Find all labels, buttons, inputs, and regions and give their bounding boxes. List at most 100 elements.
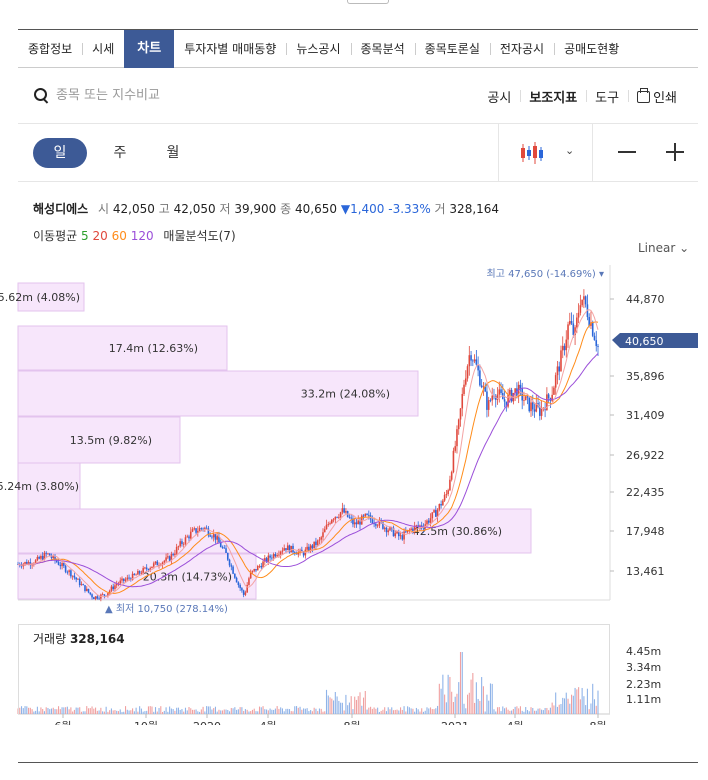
print-button[interactable]: 인쇄 [628, 87, 686, 106]
tab-3[interactable]: 투자자별 매매동향 [174, 30, 286, 68]
period-day-button[interactable]: 일 [33, 138, 87, 168]
candle-body [152, 563, 155, 567]
candle-body [66, 571, 69, 573]
period-month-button[interactable]: 월 [158, 138, 188, 168]
candle-body [584, 296, 587, 305]
candle-body [274, 554, 277, 557]
candle-body [133, 573, 136, 575]
candle-body [279, 551, 282, 555]
candle-body [597, 346, 599, 347]
moving-average-legend[interactable]: 이동평균 5 20 60 120 매물분석도(7) [33, 227, 236, 244]
candle-body [368, 514, 370, 516]
candle-body [103, 594, 106, 596]
zoom-out-button[interactable] [618, 151, 636, 153]
top-handle[interactable] [347, 0, 389, 4]
tools-button[interactable]: 도구 [586, 87, 628, 106]
candle-body [581, 299, 583, 306]
tab-0[interactable]: 종합정보 [18, 30, 82, 68]
candle-body [426, 520, 428, 525]
candle-body [144, 567, 146, 569]
divider [592, 124, 593, 182]
candle-body [524, 396, 527, 401]
scale-mode-dropdown[interactable]: Linear ⌄ [638, 241, 689, 255]
candle-body [521, 388, 523, 401]
candle-body [239, 584, 241, 589]
candle-body [256, 566, 259, 571]
candle-body [558, 366, 561, 372]
candle-body [325, 524, 328, 530]
candle-body [572, 323, 575, 335]
candle-body [577, 312, 580, 318]
candle-body [327, 523, 330, 525]
candle-body [440, 504, 442, 506]
price-axis-label: 31,409 [626, 409, 665, 422]
volume-axis-label: 2.23m [626, 678, 661, 691]
candle-body [77, 578, 79, 580]
candle-body [163, 560, 166, 563]
price-axis-label: 35,896 [626, 370, 665, 383]
candle-body [459, 408, 462, 420]
candle-body [156, 561, 159, 566]
indicators-button[interactable]: 보조지표 [520, 87, 586, 106]
candle-body [57, 562, 60, 565]
candle-body [364, 513, 367, 517]
candle-body [269, 555, 271, 558]
price-axis-label: 44,870 [626, 293, 665, 306]
candle-body [482, 386, 485, 388]
candle-body [487, 400, 490, 410]
volume-profile-label: 33.2m (24.08%) [301, 388, 390, 401]
candle-body [568, 321, 571, 325]
time-axis-label: 6월 [54, 720, 71, 725]
candle-body [338, 517, 340, 518]
candle-body [114, 585, 116, 590]
candle-body [126, 577, 129, 580]
candle-body [509, 389, 511, 395]
chart-tools: 공시 보조지표 도구 인쇄 [478, 87, 686, 106]
candlestick-type-icon[interactable] [520, 142, 546, 164]
tab-7[interactable]: 전자공시 [489, 30, 554, 68]
period-week-button[interactable]: 주 [105, 138, 135, 168]
tab-1[interactable]: 시세 [82, 30, 124, 68]
candle-body [101, 594, 104, 596]
ma5-label: 5 [81, 229, 89, 243]
ma60-label: 60 [111, 229, 127, 243]
candle-body [366, 513, 368, 515]
candle-body [353, 522, 356, 525]
search-icon[interactable] [34, 87, 50, 104]
candle-body [554, 375, 557, 388]
tab-6[interactable]: 종목토론실 [414, 30, 490, 68]
candle-body [316, 540, 319, 546]
candle-body [112, 586, 114, 590]
candle-body [191, 529, 194, 532]
tab-4[interactable]: 뉴스공시 [286, 30, 350, 68]
candle-body [468, 355, 471, 367]
candle-body [531, 402, 534, 410]
candle-body [334, 516, 337, 520]
zoom-in-button[interactable] [666, 143, 684, 161]
candle-body [456, 429, 458, 447]
search-input[interactable] [56, 88, 356, 103]
candle-body [91, 594, 93, 598]
candle-body [433, 510, 435, 513]
candle-body [464, 378, 467, 385]
chevron-down-icon[interactable]: ⌄ [565, 144, 574, 157]
disclosure-button[interactable]: 공시 [478, 87, 520, 106]
candle-body [533, 409, 536, 412]
candle-body [315, 541, 317, 546]
candle-body [579, 305, 582, 313]
tab-5[interactable]: 종목분석 [350, 30, 415, 68]
candle-body [45, 552, 48, 554]
candle-body [332, 519, 335, 521]
tab-2[interactable]: 차트 [124, 29, 175, 68]
candle-body [475, 359, 478, 365]
candle-body [188, 536, 190, 539]
candle-body [195, 528, 197, 533]
candle-body [138, 571, 141, 574]
candle-body [503, 399, 506, 402]
candle-body [563, 345, 566, 351]
volume-axis-label: 1.11m [626, 693, 661, 706]
candle-body [357, 520, 360, 525]
candle-body [241, 588, 243, 591]
candle-body [255, 569, 257, 571]
tab-8[interactable]: 공매도현황 [554, 30, 629, 68]
